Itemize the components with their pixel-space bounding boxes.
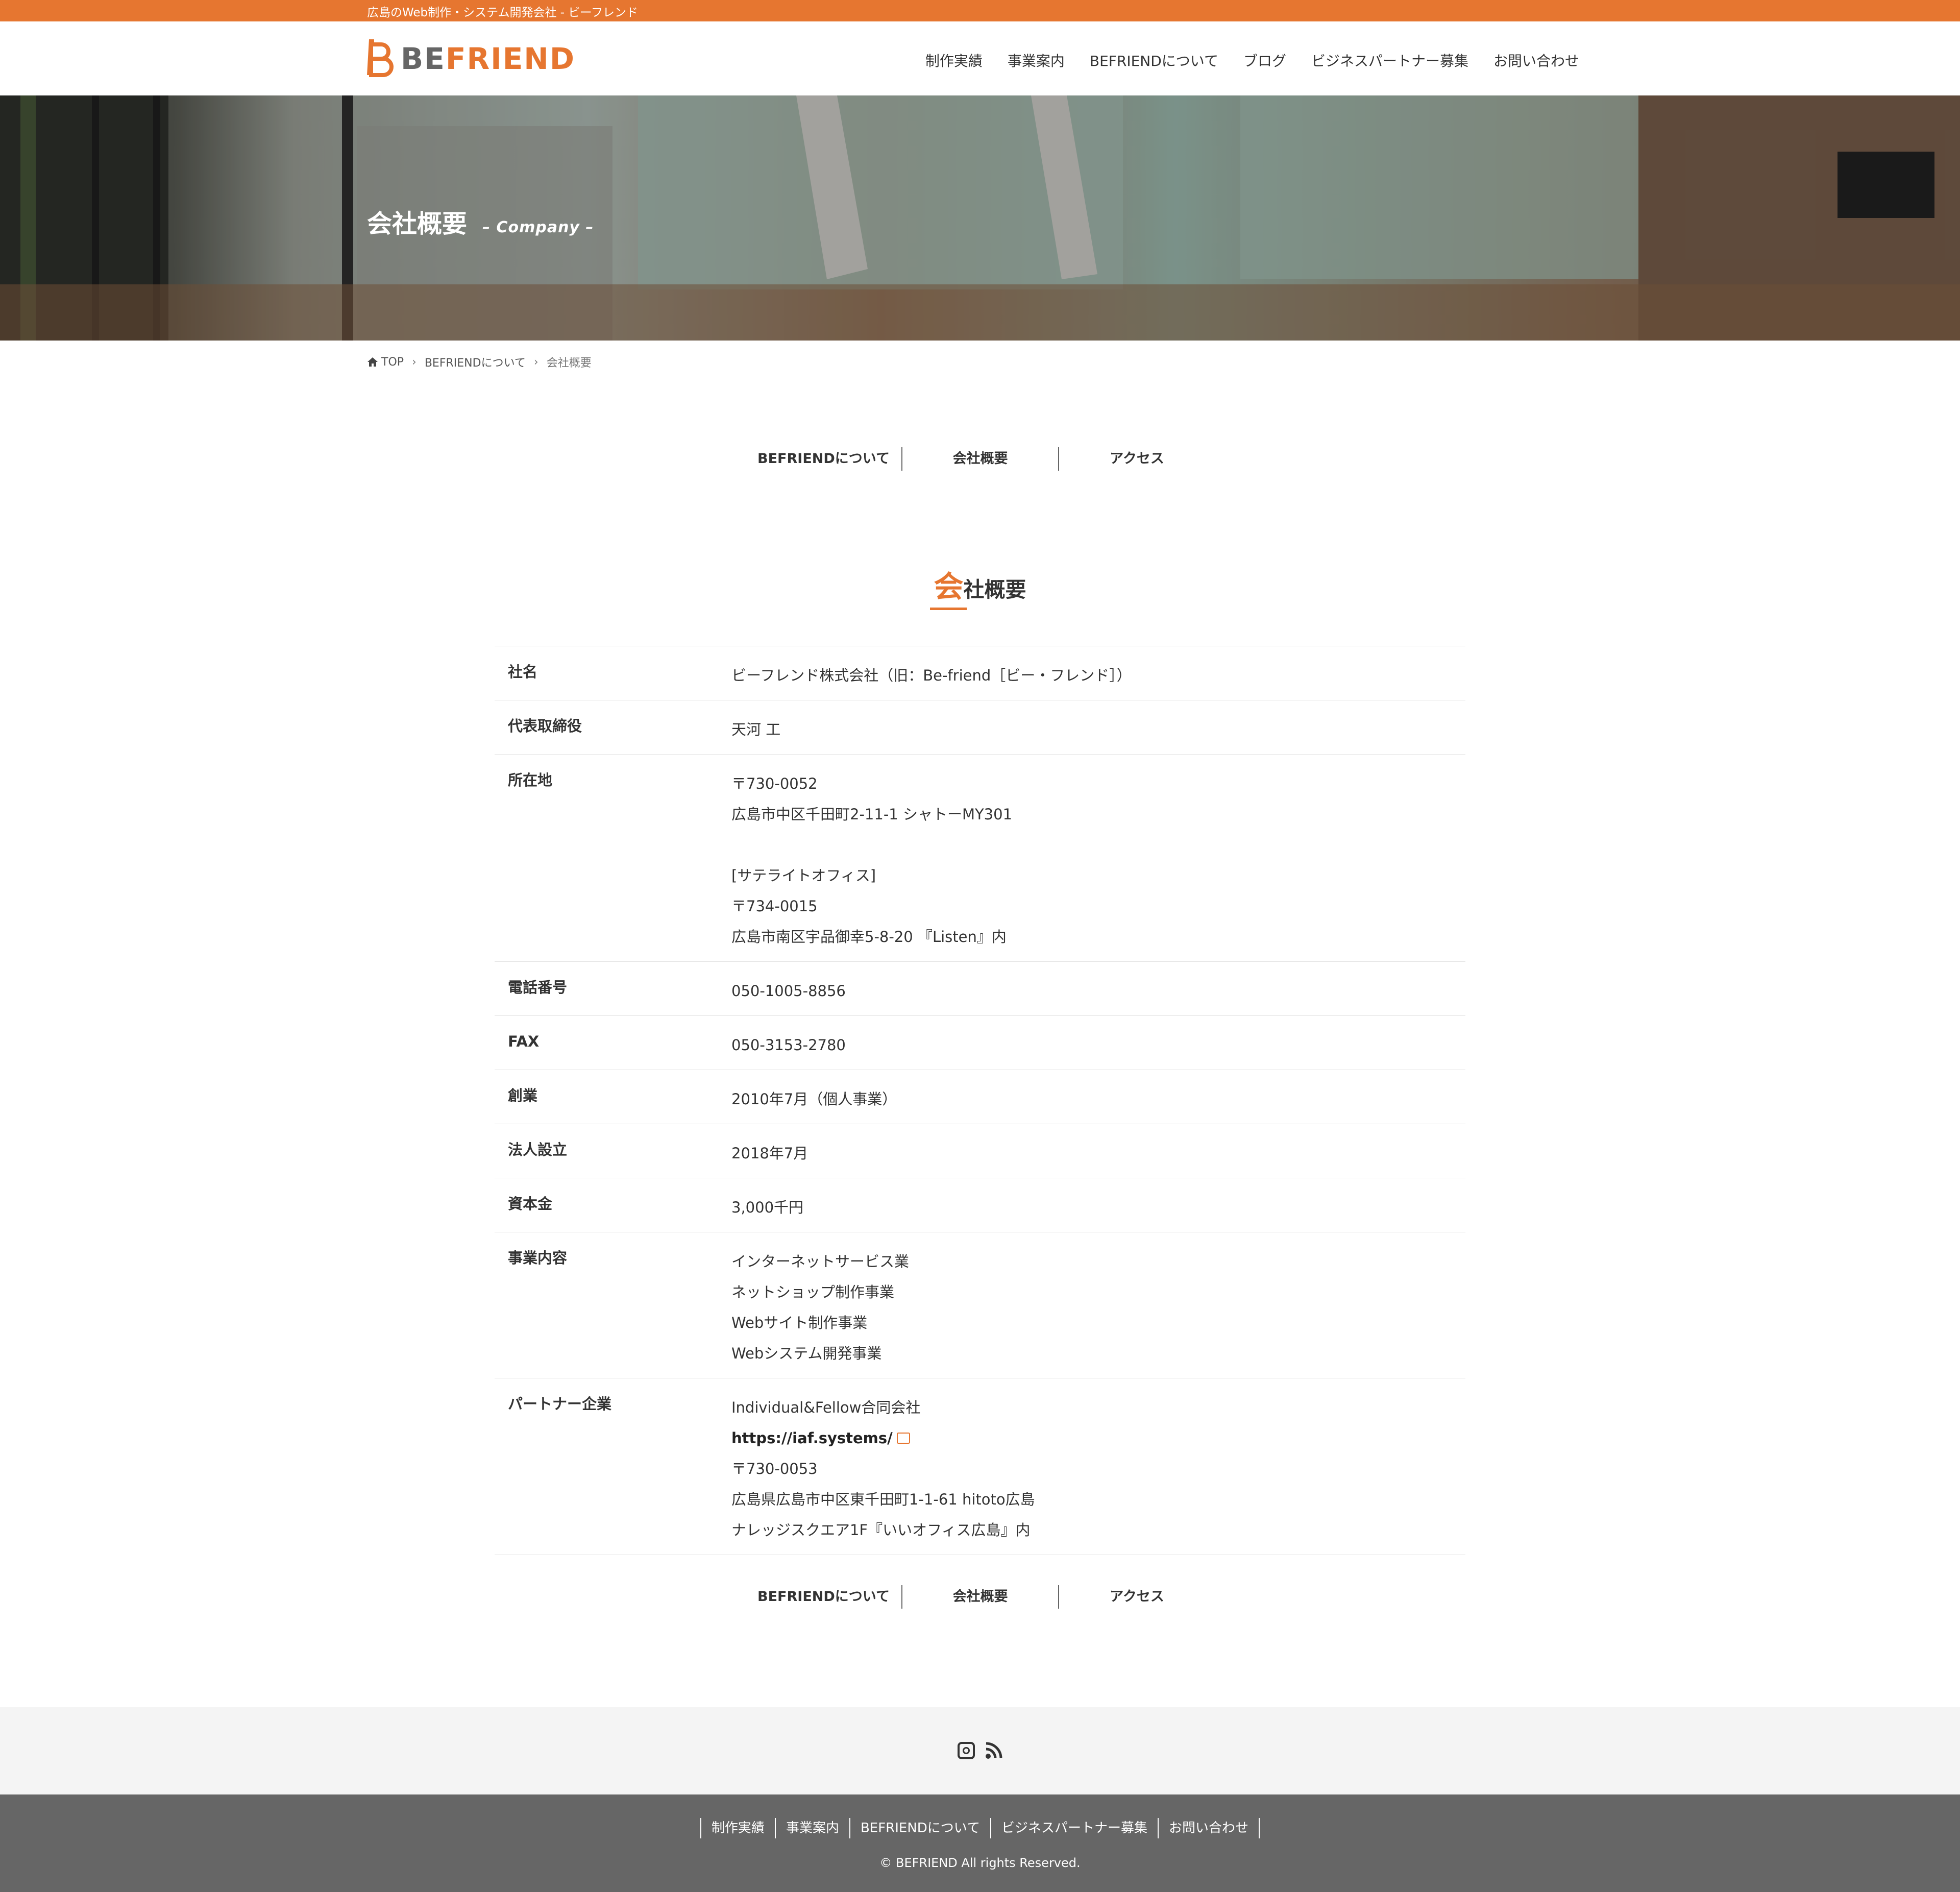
- table-row: パートナー企業 Individual&Fellow合同会社 https://ia…: [495, 1378, 1465, 1555]
- instagram-icon[interactable]: [958, 1742, 975, 1759]
- logo-text: BEFRIEND: [401, 41, 575, 76]
- main-nav: 制作実績 事業案内 BEFRIENDについて ブログ ビジネスパートナー募集 お…: [900, 50, 1579, 70]
- nav-services[interactable]: 事業案内: [1008, 50, 1065, 70]
- hero-banner: 会社概要 – Company –: [0, 95, 1960, 341]
- table-row: 法人設立 2018年7月: [495, 1124, 1465, 1178]
- footer-nav: 制作実績 事業案内 BEFRIENDについて ビジネスパートナー募集 お問い合わ…: [0, 1818, 1960, 1838]
- logo-mark-icon: [367, 39, 394, 77]
- nav-contact[interactable]: お問い合わせ: [1493, 50, 1579, 70]
- footer-link-contact[interactable]: お問い合わせ: [1158, 1818, 1260, 1838]
- subnav-about[interactable]: BEFRIENDについて: [746, 1585, 901, 1609]
- site-header: BEFRIEND 制作実績 事業案内 BEFRIENDについて ブログ ビジネス…: [0, 21, 1960, 95]
- social-links: [0, 1707, 1960, 1794]
- footer-link-partner[interactable]: ビジネスパートナー募集: [990, 1818, 1158, 1838]
- site-footer: 制作実績 事業案内 BEFRIENDについて ビジネスパートナー募集 お問い合わ…: [0, 1794, 1960, 1892]
- nav-works[interactable]: 制作実績: [925, 50, 983, 70]
- subnav-about[interactable]: BEFRIENDについて: [746, 447, 901, 471]
- section-heading: 会社概要: [934, 569, 1026, 604]
- table-row: 所在地 〒730-0052 広島市中区千田町2-11-1 シャトーMY301 […: [495, 755, 1465, 962]
- company-table: 社名 ビーフレンド株式会社（旧：Be-friend［ビー・フレンド］） 代表取締…: [495, 646, 1465, 1555]
- copyright: © BEFRIEND All rights Reserved.: [879, 1856, 1081, 1870]
- hero-title-block: 会社概要 – Company –: [367, 204, 594, 240]
- subnav-company[interactable]: 会社概要: [901, 447, 1058, 471]
- page-title: 会社概要: [367, 209, 468, 238]
- chevron-right-icon: ›: [533, 355, 538, 369]
- footer-link-about[interactable]: BEFRIENDについて: [849, 1818, 990, 1838]
- page-subtitle: – Company –: [482, 219, 594, 236]
- footer-link-services[interactable]: 事業案内: [774, 1818, 849, 1838]
- external-link-icon: [896, 1433, 910, 1444]
- table-row: 社名 ビーフレンド株式会社（旧：Be-friend［ビー・フレンド］）: [495, 646, 1465, 700]
- nav-blog[interactable]: ブログ: [1243, 50, 1286, 70]
- site-logo[interactable]: BEFRIEND: [367, 38, 575, 79]
- table-row: FAX 050-3153-2780: [495, 1016, 1465, 1070]
- home-icon: [368, 357, 378, 367]
- sub-nav-top: BEFRIENDについて 会社概要 アクセス: [746, 447, 1215, 471]
- nav-about[interactable]: BEFRIENDについて: [1090, 50, 1218, 70]
- heading-underline: [930, 608, 967, 610]
- sub-nav-bottom: BEFRIENDについて 会社概要 アクセス: [746, 1585, 1215, 1609]
- subnav-access[interactable]: アクセス: [1058, 447, 1215, 471]
- breadcrumb-current: 会社概要: [546, 357, 592, 370]
- subnav-company[interactable]: 会社概要: [901, 1585, 1058, 1609]
- partner-link[interactable]: https://iaf.systems/: [731, 1429, 893, 1447]
- breadcrumb-parent[interactable]: BEFRIENDについて: [425, 354, 526, 370]
- table-row: 資本金 3,000千円: [495, 1178, 1465, 1232]
- chevron-right-icon: ›: [412, 355, 416, 369]
- footer-link-works[interactable]: 制作実績: [700, 1818, 775, 1838]
- table-row: 創業 2010年7月（個人事業）: [495, 1070, 1465, 1124]
- top-bar: 広島のWeb制作・システム開発会社 - ビーフレンド: [0, 0, 1960, 21]
- table-row: 事業内容 インターネットサービス業 ネットショップ制作事業 Webサイト制作事業…: [495, 1232, 1465, 1378]
- subnav-access[interactable]: アクセス: [1058, 1585, 1215, 1609]
- breadcrumb-home[interactable]: TOP: [381, 356, 404, 369]
- nav-partner[interactable]: ビジネスパートナー募集: [1311, 50, 1468, 70]
- rss-icon[interactable]: [985, 1742, 1002, 1759]
- breadcrumb: TOP › BEFRIENDについて › 会社概要: [367, 354, 592, 370]
- site-tagline: 広島のWeb制作・システム開発会社 - ビーフレンド: [367, 6, 638, 19]
- table-row: 電話番号 050-1005-8856: [495, 962, 1465, 1016]
- table-row: 代表取締役 天河 工: [495, 700, 1465, 755]
